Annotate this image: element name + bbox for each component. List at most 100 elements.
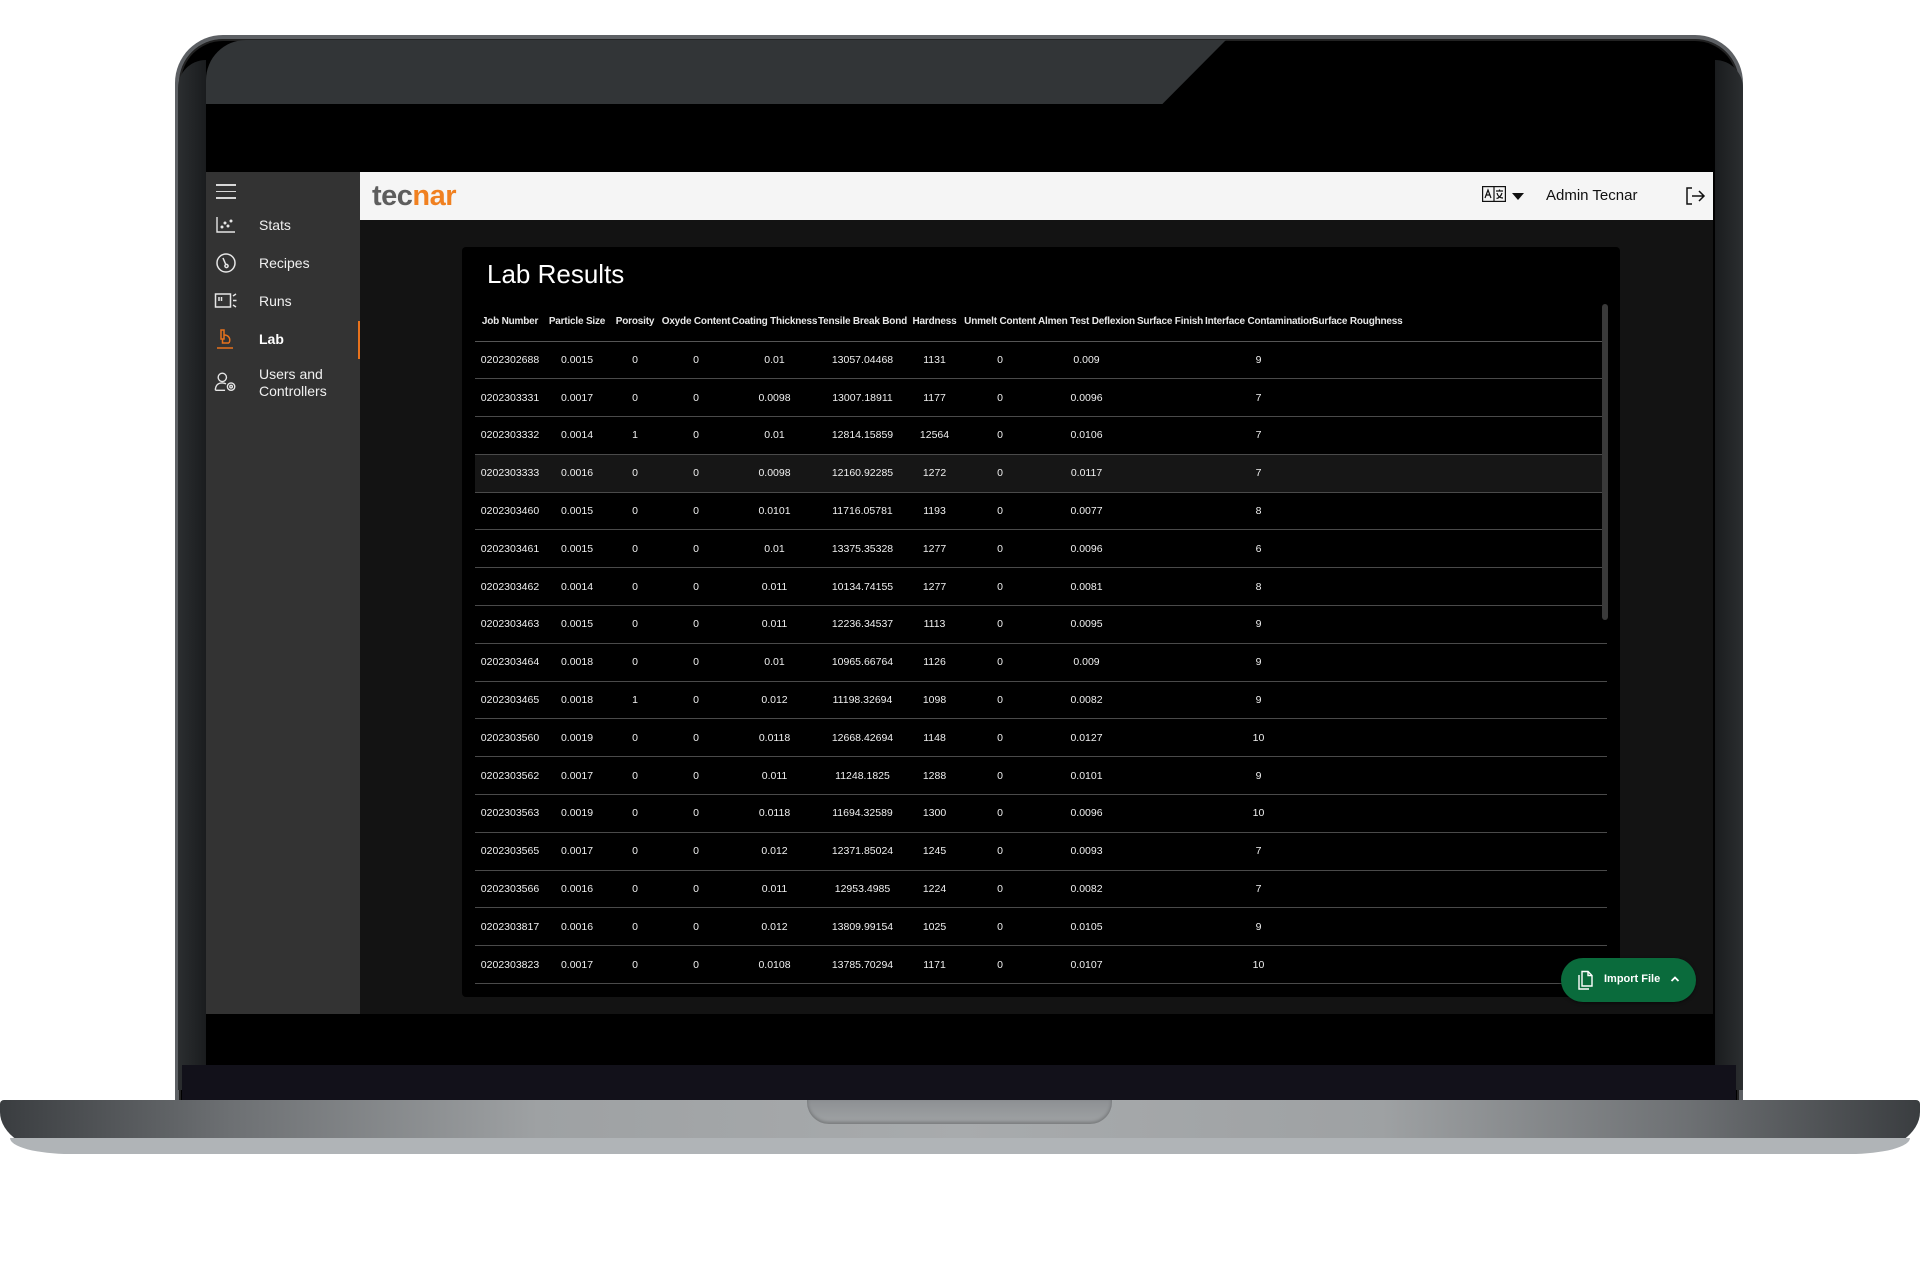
table-cell-filler bbox=[1401, 492, 1607, 531]
table-row[interactable]: 0202303465 0.0018 1 0 0.012 11198.32694 1098 0 0… bbox=[475, 681, 1607, 720]
table-cell: 0.0016 bbox=[545, 907, 609, 947]
logout-icon[interactable] bbox=[1683, 184, 1707, 208]
table-cell: 0 bbox=[962, 681, 1038, 720]
sidebar: Stats Recipes Runs Lab Users and Control… bbox=[206, 172, 360, 1014]
table-cell bbox=[1312, 718, 1401, 758]
column-header[interactable]: Oxyde Content bbox=[661, 303, 731, 342]
table-cell bbox=[1312, 378, 1401, 418]
column-header[interactable]: Particle Size bbox=[545, 303, 609, 342]
table-cell bbox=[1135, 605, 1205, 644]
table-cell: 0.01 bbox=[731, 416, 818, 455]
table-cell-filler bbox=[1401, 341, 1607, 380]
table-cell: 10 bbox=[1205, 794, 1312, 833]
table-cell: 0.0017 bbox=[545, 378, 609, 418]
import-file-button[interactable]: Import File bbox=[1561, 958, 1696, 1002]
column-header[interactable]: Coating Thickness bbox=[731, 303, 818, 342]
table-cell: 0.0096 bbox=[1038, 794, 1135, 833]
table-cell: 0202303332 bbox=[475, 416, 545, 455]
table-cell: 12564 bbox=[907, 416, 962, 455]
import-file-label: Import File bbox=[1604, 973, 1661, 985]
table-cell: 1131 bbox=[907, 341, 962, 380]
table-row[interactable]: 0202303332 0.0014 1 0 0.01 12814.15859 12564 0 0… bbox=[475, 416, 1607, 455]
table-cell: 0 bbox=[962, 870, 1038, 909]
table-cell: 6 bbox=[1205, 529, 1312, 569]
table-cell: 0.0015 bbox=[545, 605, 609, 644]
table-cell: 10 bbox=[1205, 945, 1312, 985]
table-cell-filler bbox=[1401, 643, 1607, 682]
table-cell: 0 bbox=[609, 605, 661, 644]
table-body: 0202302688 0.0015 0 0 0.01 13057.04468 1131 0 0.… bbox=[475, 341, 1607, 985]
table-cell bbox=[1312, 567, 1401, 607]
table-cell bbox=[1135, 681, 1205, 720]
table-cell: 0 bbox=[609, 907, 661, 947]
column-header[interactable]: Job Number bbox=[475, 303, 545, 342]
column-header[interactable]: Unmelt Content bbox=[962, 303, 1038, 342]
table-row[interactable]: 0202303560 0.0019 0 0 0.0118 12668.42694 1148 0… bbox=[475, 718, 1607, 758]
table-cell: 1224 bbox=[907, 870, 962, 909]
table-cell: 0.0015 bbox=[545, 341, 609, 380]
table-cell: 0 bbox=[962, 832, 1038, 871]
table-cell: 0.012 bbox=[731, 832, 818, 871]
table-cell: 0.0105 bbox=[1038, 907, 1135, 947]
table-cell bbox=[1312, 454, 1401, 493]
table-row[interactable]: 0202303563 0.0019 0 0 0.0118 11694.32589 1300 0… bbox=[475, 794, 1607, 833]
language-selector[interactable] bbox=[1482, 186, 1524, 207]
column-header[interactable]: Almen Test Deflexion bbox=[1038, 303, 1135, 342]
table-cell bbox=[1135, 492, 1205, 531]
table-cell: 0202303565 bbox=[475, 832, 545, 871]
table-cell: 0202303566 bbox=[475, 870, 545, 909]
table-cell: 0 bbox=[661, 378, 731, 418]
table-cell: 13007.18911 bbox=[818, 378, 907, 418]
table-cell: 1300 bbox=[907, 794, 962, 833]
table-row[interactable]: 0202303566 0.0016 0 0 0.011 12953.4985 1224 0 0.… bbox=[475, 870, 1607, 909]
table-cell: 0.0017 bbox=[545, 945, 609, 985]
sidebar-item-label-line2: Controllers bbox=[259, 383, 327, 399]
table-cell: 0.0098 bbox=[731, 378, 818, 418]
table-cell bbox=[1135, 529, 1205, 569]
table-scrollbar[interactable] bbox=[1602, 304, 1608, 620]
column-header[interactable]: Surface Finish bbox=[1135, 303, 1205, 342]
table-row[interactable]: 0202303333 0.0016 0 0 0.0098 12160.92285 1272 0… bbox=[475, 454, 1607, 493]
laptop-notch bbox=[807, 1100, 1112, 1124]
column-header[interactable]: Surface Roughness bbox=[1312, 303, 1403, 342]
table-row[interactable]: 0202303565 0.0017 0 0 0.012 12371.85024 1245 0 0… bbox=[475, 832, 1607, 871]
table-row[interactable]: 0202303460 0.0015 0 0 0.0101 11716.05781 1193 0… bbox=[475, 492, 1607, 531]
table-row[interactable]: 0202303464 0.0018 0 0 0.01 10965.66764 1126 0 0.… bbox=[475, 643, 1607, 682]
column-header[interactable]: Interface Contamination bbox=[1205, 303, 1315, 342]
table-cell: 0.0101 bbox=[1038, 756, 1135, 796]
table-cell: 0202303563 bbox=[475, 794, 545, 833]
laptop-bezel-reflection bbox=[206, 40, 1713, 104]
scatter-chart-icon bbox=[214, 213, 238, 237]
chevron-up-icon bbox=[1669, 973, 1681, 985]
table-cell: 12160.92285 bbox=[818, 454, 907, 493]
gauge-icon bbox=[214, 251, 238, 275]
table-row[interactable]: 0202303817 0.0016 0 0 0.012 13809.99154 1025 0 0… bbox=[475, 907, 1607, 947]
table-cell: 0 bbox=[609, 870, 661, 909]
table-cell bbox=[1135, 794, 1205, 833]
table-cell: 0.0095 bbox=[1038, 605, 1135, 644]
table-row[interactable]: 0202302688 0.0015 0 0 0.01 13057.04468 1131 0 0.… bbox=[475, 341, 1607, 380]
table-cell-filler bbox=[1401, 832, 1607, 871]
table-cell bbox=[1135, 718, 1205, 758]
table-cell: 0 bbox=[609, 643, 661, 682]
column-header[interactable]: Tensile Break Bond bbox=[818, 303, 907, 342]
column-header[interactable]: Hardness bbox=[907, 303, 962, 342]
table-cell: 0 bbox=[962, 605, 1038, 644]
table-row[interactable]: 0202303823 0.0017 0 0 0.0108 13785.70294 1171 0… bbox=[475, 945, 1607, 985]
table-cell: 1025 bbox=[907, 907, 962, 947]
table-row[interactable]: 0202303462 0.0014 0 0 0.011 10134.74155 1277 0 0… bbox=[475, 567, 1607, 607]
table-row[interactable]: 0202303562 0.0017 0 0 0.011 11248.1825 1288 0 0.… bbox=[475, 756, 1607, 796]
table-cell: 0 bbox=[609, 529, 661, 569]
table-row[interactable]: 0202303331 0.0017 0 0 0.0098 13007.18911 1177 0… bbox=[475, 378, 1607, 418]
hamburger-icon[interactable] bbox=[216, 184, 236, 200]
column-header[interactable]: Porosity bbox=[609, 303, 661, 342]
table-row[interactable]: 0202303461 0.0015 0 0 0.01 13375.35328 1277 0 0.… bbox=[475, 529, 1607, 569]
table-cell: 0 bbox=[661, 756, 731, 796]
app-screen: Stats Recipes Runs Lab Users and Control… bbox=[206, 172, 1713, 1014]
table-cell: 0.0017 bbox=[545, 756, 609, 796]
table-cell-filler bbox=[1401, 567, 1607, 607]
table-cell bbox=[1312, 794, 1401, 833]
table-row[interactable]: 0202303463 0.0015 0 0 0.011 12236.34537 1113 0 0… bbox=[475, 605, 1607, 644]
table-cell: 12668.42694 bbox=[818, 718, 907, 758]
table-cell: 0.0014 bbox=[545, 567, 609, 607]
